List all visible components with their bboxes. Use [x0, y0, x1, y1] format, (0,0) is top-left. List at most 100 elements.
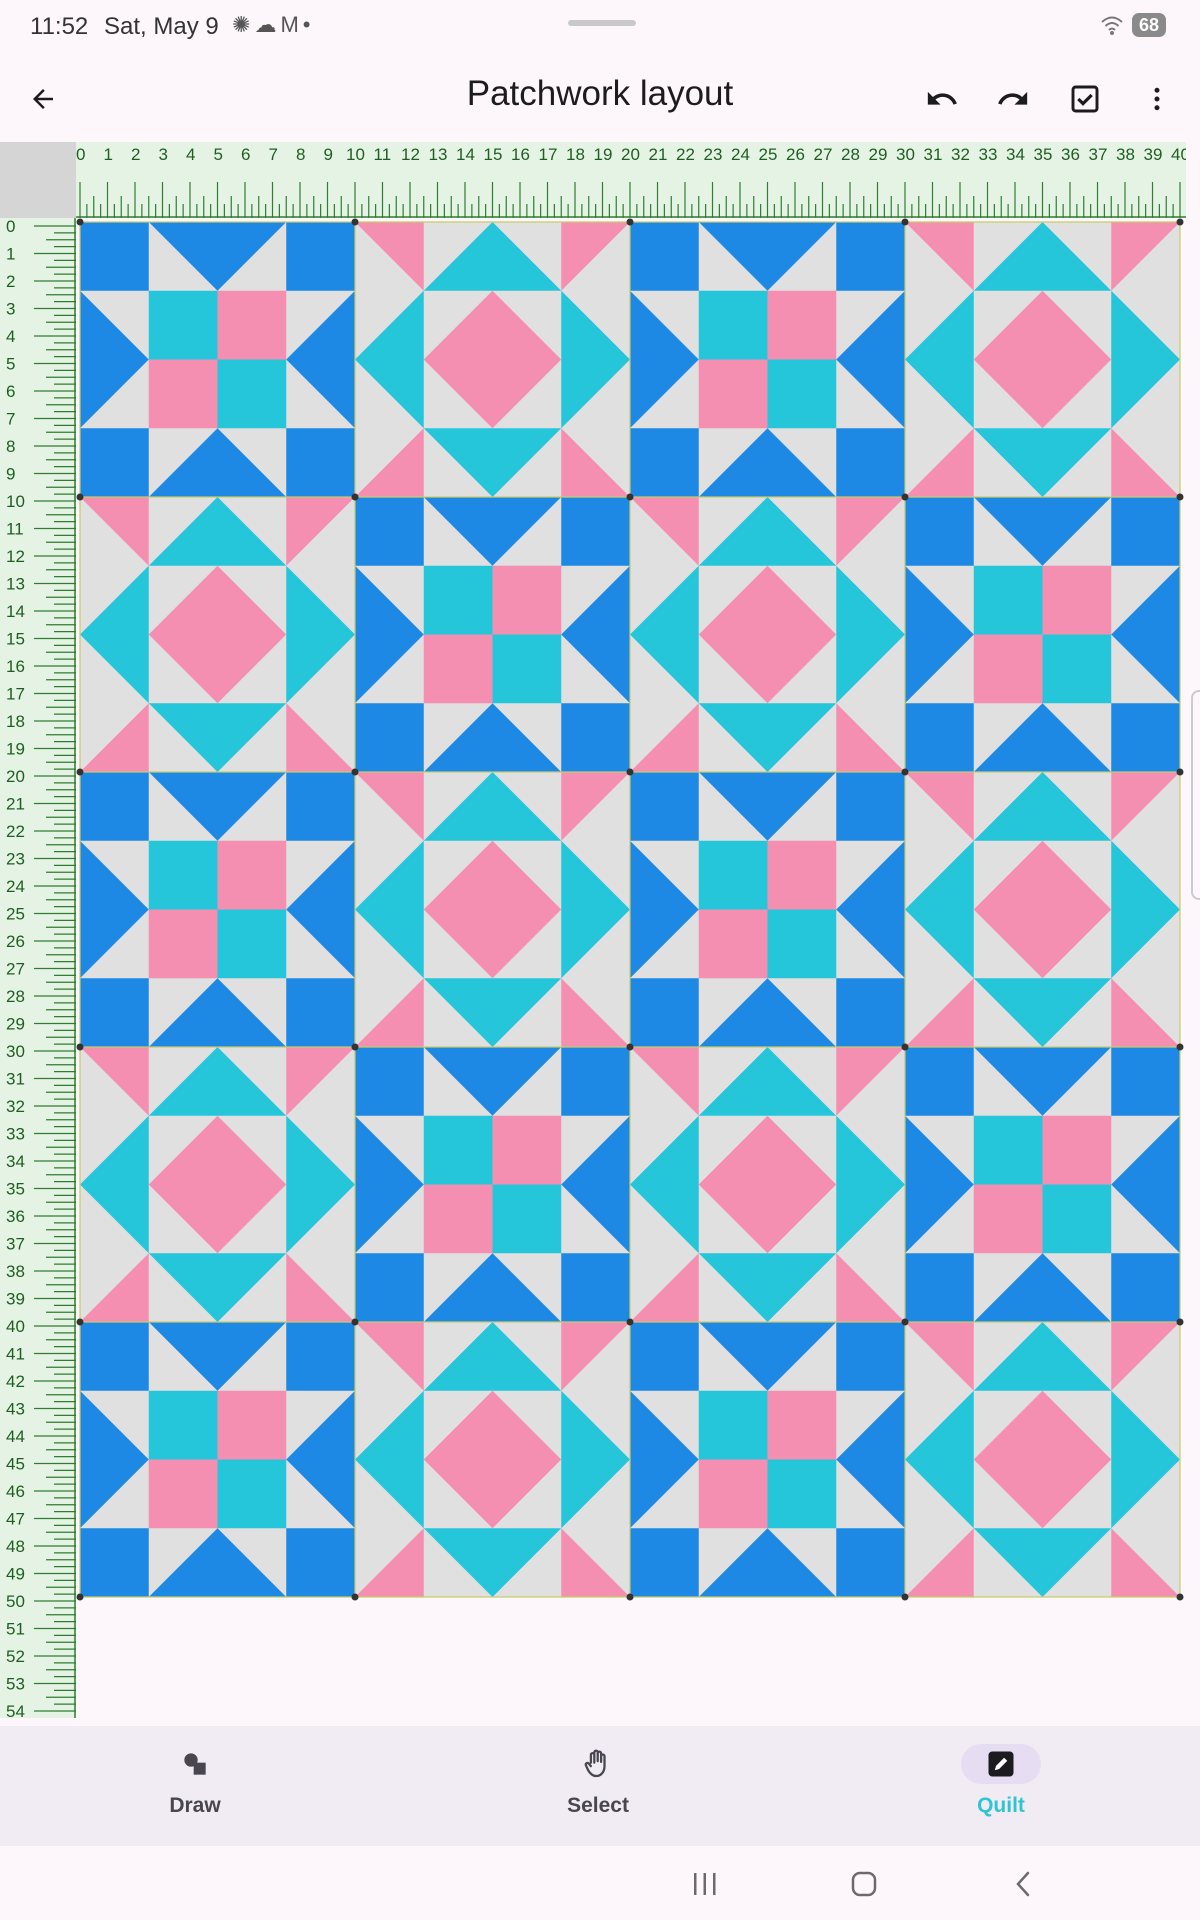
center-patch: [1042, 565, 1112, 635]
grid-node: [351, 218, 359, 226]
grid-node: [901, 493, 909, 501]
scroll-handle[interactable]: [1191, 690, 1200, 900]
ruler-left-label: 36: [6, 1207, 25, 1226]
grid-node: [901, 768, 909, 776]
grid-node: [1176, 1593, 1184, 1601]
center-patch: [1042, 1184, 1112, 1254]
center-patch: [217, 1390, 287, 1460]
center-patch: [217, 359, 287, 429]
checkbox-icon[interactable]: [1060, 74, 1110, 124]
grid-node: [351, 493, 359, 501]
battery-indicator: 68: [1132, 13, 1166, 37]
quilt-block[interactable]: [905, 497, 1180, 772]
grid-node: [351, 768, 359, 776]
ruler-left-label: 30: [6, 1042, 25, 1061]
center-patch: [767, 1459, 837, 1529]
ruler-top-label: 26: [786, 145, 805, 164]
ruler-top-label: 4: [186, 145, 195, 164]
grid-node: [901, 1318, 909, 1326]
quilt-svg[interactable]: [76, 218, 1200, 1726]
quilt-block[interactable]: [80, 222, 355, 497]
grid-node: [901, 218, 909, 226]
corner-square: [561, 497, 630, 566]
quilt-block[interactable]: [630, 772, 905, 1047]
quilt-block[interactable]: [630, 222, 905, 497]
quilt-block[interactable]: [355, 1322, 630, 1597]
status-date: Sat, May 9: [104, 13, 219, 40]
center-patch: [767, 359, 837, 429]
ruler-left-label: 6: [6, 382, 15, 401]
center-patch: [423, 1184, 493, 1254]
nav-quilt-label: Quilt: [977, 1794, 1025, 1817]
center-patch: [1042, 1115, 1112, 1185]
quilt-block[interactable]: [80, 1047, 355, 1322]
ruler-left-label: 47: [6, 1510, 25, 1529]
grid-node: [1176, 1043, 1184, 1051]
ruler-top-label: 11: [374, 145, 392, 164]
quilt-block[interactable]: [905, 1047, 1180, 1322]
ruler-left-label: 48: [6, 1537, 25, 1556]
corner-square: [561, 1047, 630, 1116]
wifi-icon: [1100, 14, 1124, 42]
center-patch: [698, 1390, 768, 1460]
quilt-block[interactable]: [355, 497, 630, 772]
grid-node: [76, 1593, 84, 1601]
ruler-top-label: 38: [1116, 145, 1135, 164]
ruler-left-label: 0: [6, 218, 15, 236]
grid-node: [76, 493, 84, 501]
back-icon[interactable]: [994, 1864, 1054, 1904]
quilt-block[interactable]: [630, 1047, 905, 1322]
edit-icon: [961, 1744, 1041, 1784]
ruler-top-label: 29: [869, 145, 888, 164]
ruler-top-label: 30: [896, 145, 915, 164]
corner-square: [561, 1253, 630, 1322]
recents-icon[interactable]: [675, 1864, 735, 1904]
ruler-left-label: 32: [6, 1097, 25, 1116]
quilt-block[interactable]: [355, 222, 630, 497]
nav-quilt[interactable]: Quilt: [901, 1744, 1101, 1834]
nav-draw[interactable]: Draw: [95, 1744, 295, 1834]
ruler-top-label: 5: [214, 145, 223, 164]
redo-icon[interactable]: [988, 74, 1038, 124]
undo-icon[interactable]: [917, 74, 967, 124]
ruler-top-label: 34: [1006, 145, 1025, 164]
corner-square: [630, 1528, 699, 1597]
corner-square: [1111, 1047, 1180, 1116]
ruler-top-label: 10: [346, 145, 365, 164]
ruler-left-label: 37: [6, 1235, 25, 1254]
quilt-block[interactable]: [905, 222, 1180, 497]
home-icon[interactable]: [834, 1864, 894, 1904]
quilt-block[interactable]: [630, 497, 905, 772]
back-arrow-icon[interactable]: [18, 74, 68, 124]
center-patch: [698, 290, 768, 360]
quilt-block[interactable]: [355, 772, 630, 1047]
drag-handle[interactable]: [568, 20, 636, 26]
ruler-left-label: 43: [6, 1400, 25, 1419]
ruler-left-label: 5: [6, 355, 15, 374]
ruler-top-label: 17: [539, 145, 558, 164]
quilt-block[interactable]: [80, 1322, 355, 1597]
corner-square: [905, 1253, 974, 1322]
notification-icons: ✺☁M•: [232, 12, 314, 38]
quilt-canvas[interactable]: [76, 218, 1200, 1726]
status-bar: 11:52 Sat, May 9 ✺☁M• 68: [0, 0, 1200, 56]
center-patch: [492, 1184, 562, 1254]
quilt-block[interactable]: [80, 772, 355, 1047]
ruler-left-label: 8: [6, 437, 15, 456]
quilt-block[interactable]: [905, 1322, 1180, 1597]
quilt-block[interactable]: [905, 772, 1180, 1047]
center-patch: [492, 565, 562, 635]
more-vert-icon[interactable]: [1132, 74, 1182, 124]
quilt-block[interactable]: [355, 1047, 630, 1322]
ruler-left-label: 46: [6, 1482, 25, 1501]
quilt-block[interactable]: [630, 1322, 905, 1597]
ruler-left-svg: 0123456789101112131415161718192021222324…: [6, 218, 76, 1718]
quilt-block[interactable]: [80, 497, 355, 772]
grid-node: [76, 768, 84, 776]
ruler-top-label: 35: [1034, 145, 1053, 164]
ruler-left-label: 9: [6, 465, 15, 484]
grid-node: [76, 1318, 84, 1326]
ruler-left-label: 39: [6, 1290, 25, 1309]
ruler-left-label: 38: [6, 1262, 25, 1281]
nav-select[interactable]: Select: [498, 1744, 698, 1834]
